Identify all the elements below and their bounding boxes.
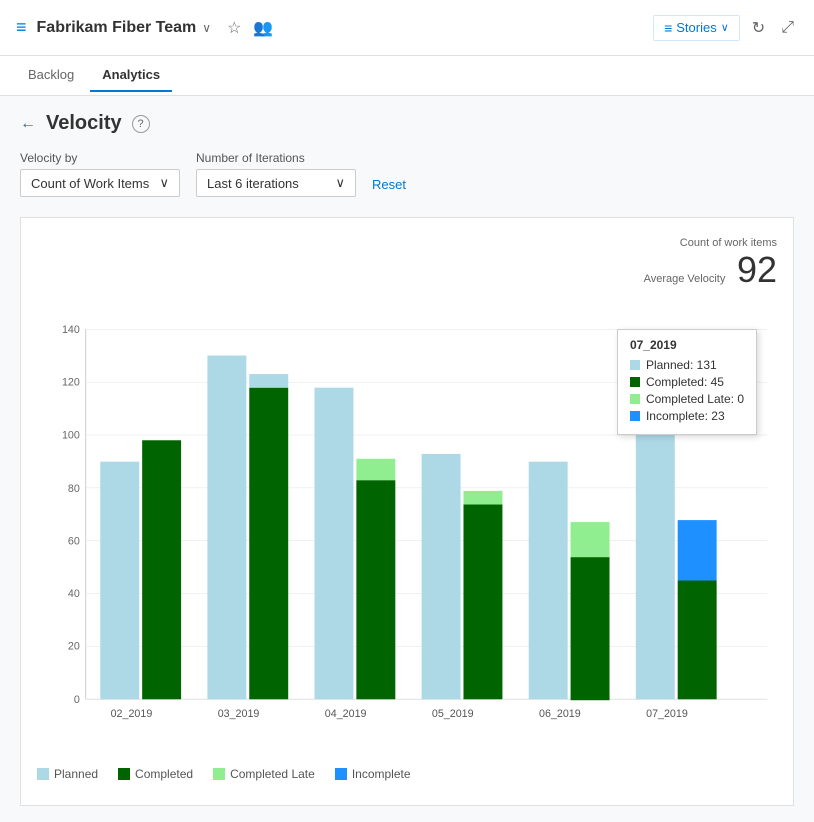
iterations-value: Last 6 iterations [207,176,299,191]
chart-tooltip: 07_2019 Planned: 131 Completed: 45 Compl… [617,329,757,435]
nav-tabs: Backlog Analytics [0,56,814,96]
velocity-by-value: Count of Work Items [31,176,149,191]
bar-completed-4 [571,557,610,700]
velocity-summary: Count of work itemsAverage Velocity 92 [37,234,777,291]
page-title: Velocity [46,112,122,135]
velocity-by-group: Velocity by Count of Work Items ∨ [20,151,180,197]
svg-text:140: 140 [62,324,80,336]
favorite-icon[interactable]: ☆ [227,18,241,38]
tooltip-title: 07_2019 [630,338,744,352]
iterations-group: Number of Iterations Last 6 iterations ∨ [196,151,356,197]
bar-incomplete-5 [678,520,717,580]
legend-incomplete-swatch [335,768,347,780]
tooltip-completedlate-swatch [630,394,640,404]
svg-text:80: 80 [68,483,80,495]
legend-completedlate: Completed Late [213,767,315,781]
svg-text:0: 0 [74,694,80,706]
svg-text:60: 60 [68,535,80,547]
bar-completed-0 [142,440,181,699]
svg-text:03_2019: 03_2019 [218,708,260,720]
tooltip-completedlate: Completed Late: 0 [630,392,744,406]
velocity-by-select[interactable]: Count of Work Items ∨ [20,169,180,197]
iterations-label: Number of Iterations [196,151,356,165]
team-members-icon[interactable]: 👥 [253,18,273,38]
svg-text:04_2019: 04_2019 [325,708,367,720]
tooltip-incomplete: Incomplete: 23 [630,409,744,423]
legend-planned-swatch [37,768,49,780]
svg-text:06_2019: 06_2019 [539,708,581,720]
chart-container: Count of work itemsAverage Velocity 92 [20,217,794,806]
tooltip-incomplete-swatch [630,411,640,421]
expand-button[interactable]: ⤢ [777,15,798,41]
help-icon[interactable]: ? [132,115,150,133]
tooltip-completedlate-label: Completed Late: 0 [646,392,744,406]
stories-button[interactable]: ≡ Stories ∨ [653,15,740,41]
app-icon: ≡ [16,17,27,38]
velocity-by-chevron-icon: ∨ [159,175,169,191]
iterations-chevron-icon: ∨ [335,175,345,191]
tooltip-completed-swatch [630,377,640,387]
tooltip-incomplete-label: Incomplete: 23 [646,409,725,423]
bar-completedlate-3 [463,491,502,505]
svg-text:05_2019: 05_2019 [432,708,474,720]
bar-completed-2 [356,480,395,699]
filters-row: Velocity by Count of Work Items ∨ Number… [20,151,794,197]
tooltip-completed: Completed: 45 [630,375,744,389]
reset-button[interactable]: Reset [372,172,406,197]
team-chevron-icon[interactable]: ∨ [202,21,211,35]
back-button[interactable]: ← [20,115,36,133]
legend-incomplete-label: Incomplete [352,767,411,781]
svg-text:100: 100 [62,429,80,441]
iterations-select[interactable]: Last 6 iterations ∨ [196,169,356,197]
stories-label: Stories [676,20,716,35]
tooltip-planned-swatch [630,360,640,370]
legend-planned: Planned [37,767,98,781]
stories-chevron-icon: ∨ [721,21,729,34]
tab-analytics[interactable]: Analytics [90,59,172,92]
team-name: Fabrikam Fiber Team [37,19,197,37]
bar-completed-5 [678,580,717,699]
legend-planned-label: Planned [54,767,98,781]
bar-completedlate-2 [356,459,395,480]
tooltip-planned: Planned: 131 [630,358,744,372]
bar-completed-3 [463,504,502,700]
chart-area: 0 20 40 60 80 100 120 140 02_2019 [37,299,777,749]
velocity-by-label: Velocity by [20,151,180,165]
bar-planned-0 [100,462,139,700]
avg-velocity-value: 92 [737,249,777,290]
refresh-button[interactable]: ↻ [748,14,769,42]
bar-planned-3 [422,454,461,699]
bar-planned-1 [207,356,246,700]
bar-planned-4 [529,462,568,700]
main-content: ← Velocity ? Velocity by Count of Work I… [0,96,814,822]
app-header: ≡ Fabrikam Fiber Team ∨ ☆ 👥 ≡ Stories ∨ … [0,0,814,56]
stories-icon: ≡ [664,20,672,36]
legend-completedlate-label: Completed Late [230,767,315,781]
tab-backlog[interactable]: Backlog [16,59,86,92]
bar-extra-1 [249,374,288,388]
velocity-header: ← Velocity ? [20,112,794,135]
svg-text:40: 40 [68,588,80,600]
legend-incomplete: Incomplete [335,767,411,781]
svg-text:120: 120 [62,377,80,389]
tooltip-completed-label: Completed: 45 [646,375,724,389]
legend-completedlate-swatch [213,768,225,780]
svg-text:02_2019: 02_2019 [111,708,153,720]
tooltip-planned-label: Planned: 131 [646,358,717,372]
bar-completedlate-4 [571,522,610,557]
chart-legend: Planned Completed Completed Late Incompl… [37,759,777,789]
legend-completed-label: Completed [135,767,193,781]
bar-planned-2 [315,388,354,700]
legend-completed-swatch [118,768,130,780]
svg-text:20: 20 [68,641,80,653]
legend-completed: Completed [118,767,193,781]
bar-completed-1 [249,388,288,700]
svg-text:07_2019: 07_2019 [646,708,688,720]
